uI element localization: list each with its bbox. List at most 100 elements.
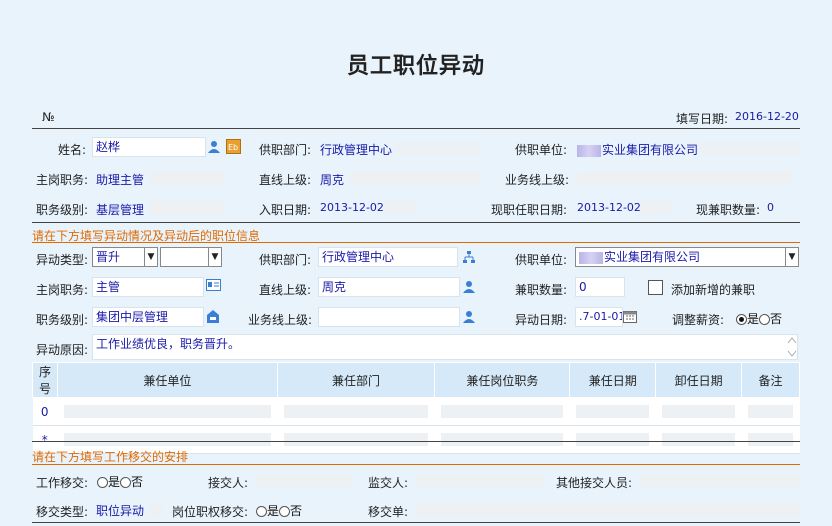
new-superior-field[interactable]: 周克 (318, 277, 460, 297)
rights-yes-label: 是 (267, 504, 280, 518)
level-picker-icon[interactable] (206, 309, 220, 324)
employee-card-icon[interactable]: Eb (226, 139, 241, 154)
section-handover: 请在下方填写工作移交的安排 (32, 450, 189, 464)
post-picker-icon[interactable] (206, 279, 221, 293)
cell-note[interactable] (741, 397, 800, 426)
new-part-count-field[interactable]: 0 (575, 277, 625, 297)
salary-adjust-label: 调整薪资: (672, 313, 725, 327)
supervisor-label: 监交人: (368, 476, 409, 490)
redacted-mark (577, 144, 601, 157)
new-biz-superior-label: 业务线上级: (248, 313, 313, 327)
new-superior-label: 直线上级: (259, 283, 312, 297)
person-picker-icon[interactable] (462, 310, 476, 324)
other-receivers-field[interactable] (640, 474, 800, 488)
salary-yes-radio[interactable] (736, 314, 747, 325)
person-picker-icon[interactable] (207, 140, 221, 154)
col-header: 序号 (32, 362, 58, 398)
org-tree-icon[interactable] (462, 250, 476, 264)
rights-yes-radio[interactable] (256, 506, 267, 517)
level-value: 基层管理 (96, 203, 145, 217)
handover-yes-radio[interactable] (97, 477, 108, 488)
col-header: 兼任部门 (276, 362, 436, 398)
supervisor-field[interactable] (416, 474, 544, 488)
new-dept-label: 供职部门: (259, 253, 312, 267)
cur-post-date-label: 现职任职日期: (491, 203, 568, 217)
new-biz-superior-field[interactable] (318, 307, 460, 327)
cell-start[interactable] (569, 397, 657, 426)
new-unit-label: 供职单位: (515, 253, 568, 267)
handover-list-field[interactable] (416, 503, 800, 517)
add-part-time-checkbox[interactable] (648, 280, 663, 295)
new-level-field[interactable]: 集团中层管理 (92, 307, 204, 327)
reason-textarea[interactable]: 工作业绩优良，职务晋升。 (92, 334, 798, 360)
rights-handover-radio-group: 是否 (256, 502, 302, 519)
table-row[interactable]: 0 (32, 397, 800, 426)
page-title: 员工职位异动 (346, 54, 485, 79)
form-number-label: № (42, 110, 55, 124)
handover-type-label: 移交类型: (36, 505, 89, 519)
unit-label: 供职单位: (515, 143, 568, 157)
new-post-field[interactable]: 主管 (92, 277, 204, 297)
handover-no-label: 否 (131, 475, 144, 489)
change-type-label: 异动类型: (36, 253, 89, 267)
divider (32, 522, 800, 523)
new-post-label: 主岗职务: (36, 283, 89, 297)
part-time-count-label: 现兼职数量: (696, 203, 761, 217)
cell-post[interactable] (434, 397, 571, 426)
salary-adjust-radio-group: 是否 (736, 310, 782, 327)
name-label: 姓名: (58, 143, 87, 157)
redacted-mark (579, 251, 603, 264)
col-header: 卸任日期 (655, 362, 743, 398)
change-date-field[interactable]: .7-01-01 (575, 307, 623, 327)
cell-dept[interactable] (277, 397, 436, 426)
fill-date-value: 2016-12-20 (735, 110, 799, 123)
chevron-down-icon[interactable]: ▼ (208, 247, 222, 267)
cell-dept[interactable] (277, 425, 436, 454)
change-date-label: 异动日期: (515, 313, 568, 327)
cell-end[interactable] (655, 425, 743, 454)
col-header: 兼任单位 (56, 362, 278, 398)
handover-no-radio[interactable] (120, 477, 132, 488)
receiver-field[interactable] (255, 474, 352, 488)
work-handover-radio-group: 是否 (97, 473, 143, 490)
chevron-down-icon[interactable]: ▼ (785, 247, 799, 267)
salary-no-radio[interactable] (759, 314, 771, 325)
post-label: 主岗职务: (36, 173, 89, 187)
divider (32, 464, 800, 465)
dept-value: 行政管理中心 (320, 143, 393, 157)
cur-post-date-value: 2013-12-02 (577, 201, 641, 214)
new-level-label: 职务级别: (36, 313, 89, 327)
row-number: 0 (32, 397, 58, 426)
handover-list-label: 移交单: (368, 505, 409, 519)
unit-value: 实业集团有限公司 (577, 141, 698, 158)
col-header: 兼任日期 (569, 362, 657, 398)
reason-scrollbar[interactable] (786, 335, 798, 359)
cell-unit[interactable] (57, 397, 278, 426)
new-dept-field[interactable]: 行政管理中心 (318, 247, 458, 267)
reason-label: 异动原因: (36, 343, 89, 357)
work-handover-label: 工作移交: (36, 476, 89, 490)
divider (32, 441, 800, 442)
divider (32, 222, 800, 223)
salary-no-label: 否 (770, 312, 783, 326)
cell-post[interactable] (434, 425, 571, 454)
salary-yes-label: 是 (747, 312, 760, 326)
new-unit-select[interactable]: 实业集团有限公司 (575, 247, 799, 267)
chevron-down-icon[interactable]: ▼ (144, 247, 158, 267)
cell-note[interactable] (741, 425, 800, 454)
cell-end[interactable] (655, 397, 743, 426)
rights-handover-label: 岗位职权移交: (172, 505, 249, 519)
level-label: 职务级别: (36, 203, 89, 217)
cell-start[interactable] (569, 425, 657, 454)
fill-date-label: 填写日期: (676, 112, 729, 126)
new-part-count-label: 兼职数量: (515, 283, 568, 297)
hire-date-label: 入职日期: (259, 203, 312, 217)
post-value: 助理主管 (96, 173, 145, 187)
person-picker-icon[interactable] (462, 280, 476, 294)
rights-no-radio[interactable] (279, 506, 291, 517)
calendar-icon[interactable] (623, 309, 637, 323)
hire-date-value: 2013-12-02 (320, 201, 384, 214)
name-field[interactable]: 赵桦 (92, 137, 206, 157)
col-header: 备注 (741, 362, 800, 398)
biz-superior-label: 业务线上级: (505, 173, 570, 187)
